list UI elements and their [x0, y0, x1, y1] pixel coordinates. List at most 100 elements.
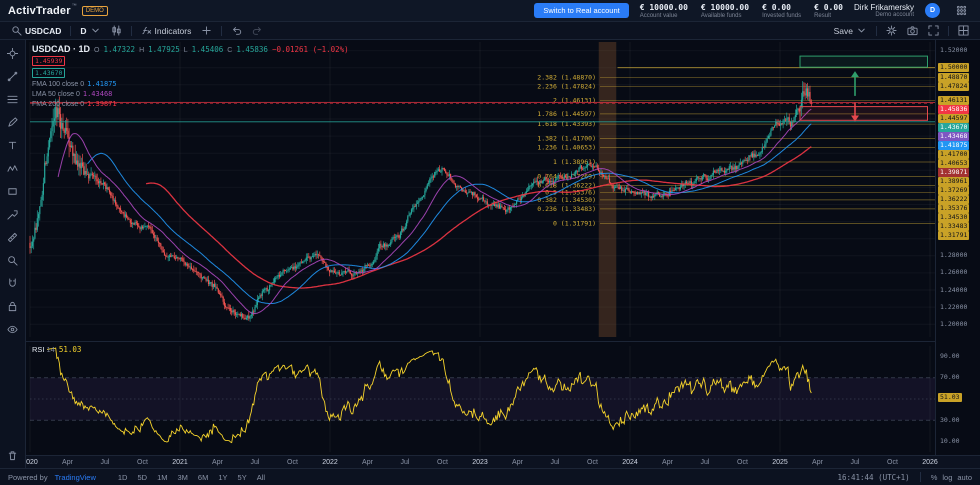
scale-log-button[interactable]: log — [942, 473, 952, 482]
chart-toolbar: USDCAD D Indicators Save — [0, 22, 980, 40]
switch-real-account-button[interactable]: Switch to Real account — [534, 3, 629, 18]
range-all-button[interactable]: All — [253, 472, 269, 483]
crosshair-icon — [7, 47, 18, 59]
price-axis[interactable]: 1.50000 1.48870 1.47824 1.46131 1.45836 1.445… — [935, 40, 980, 455]
time-axis-label: Apr — [362, 459, 373, 466]
undo-button[interactable] — [226, 23, 247, 38]
magnet-icon — [9, 277, 16, 287]
measure-icon — [7, 232, 18, 242]
tool-zoom[interactable] — [5, 252, 21, 268]
price-axis-label: 1.35376 — [938, 204, 970, 214]
scale-percent-button[interactable]: % — [931, 473, 938, 482]
alert-price-tag[interactable]: 1.43670 — [32, 68, 66, 78]
metric-label: Account value — [639, 12, 678, 19]
header-right: Switch to Real account € 10000.00 Account… — [534, 3, 972, 19]
svg-text:1.786 (1.44597): 1.786 (1.44597) — [537, 110, 596, 118]
tool-lock[interactable] — [5, 298, 21, 314]
metric-label: Result — [814, 12, 832, 19]
settings-button[interactable] — [881, 23, 902, 38]
svg-text:0.5 (1.35376): 0.5 (1.35376) — [545, 189, 596, 197]
scale-auto-button[interactable]: auto — [957, 473, 972, 482]
redo-button[interactable] — [247, 23, 268, 38]
clock[interactable]: 16:41:44 (UTC+1) — [837, 473, 909, 482]
account-metric: € 0.00 Invested funds — [762, 3, 801, 19]
svg-text:1.382 (1.41700): 1.382 (1.41700) — [537, 135, 596, 143]
tool-pattern[interactable] — [5, 160, 21, 176]
indicator-row[interactable]: FMA 100 close 0 1.41875 — [32, 80, 349, 88]
price-axis-label: 1.41875 — [938, 141, 970, 151]
price-axis-label: 1.48870 — [938, 72, 970, 82]
price-axis-label: 1.45836 — [938, 105, 970, 115]
user-info[interactable]: Dirk Frikamersky Demo account — [854, 3, 914, 18]
indicators-button[interactable]: Indicators — [136, 23, 197, 38]
compare-button[interactable] — [196, 23, 217, 38]
tool-text[interactable] — [5, 137, 21, 153]
chart-type-button[interactable] — [106, 23, 127, 38]
symbol-legend-row[interactable]: USDCAD · 1D O 1.47322 H 1.47925 L 1.45406 C… — [32, 44, 349, 54]
time-axis-label: Jul — [250, 459, 260, 466]
indicator-label: LMA 50 close 0 — [32, 91, 80, 98]
tool-magnet[interactable] — [5, 275, 21, 291]
time-axis-label: Oct — [737, 459, 748, 466]
range-3m-button[interactable]: 3M — [174, 472, 192, 483]
compare-icon — [202, 26, 211, 35]
metric-value: € 0.00 — [762, 2, 791, 12]
symbol-search[interactable]: USDCAD — [6, 23, 66, 38]
price-axis-tick: 10.00 — [940, 436, 960, 445]
ohlc-h-label: H — [139, 47, 145, 54]
tool-trash[interactable] — [5, 447, 21, 463]
tool-crosshair[interactable] — [5, 45, 21, 61]
fullscreen-button[interactable] — [923, 23, 944, 38]
apps-icon — [956, 5, 967, 16]
tool-trend-line[interactable] — [5, 68, 21, 84]
range-1d-button[interactable]: 1D — [114, 472, 132, 483]
tool-shapes[interactable] — [5, 183, 21, 199]
metric-label: Invested funds — [762, 12, 802, 19]
eye-icon — [7, 325, 18, 333]
rsi-value: 51.03 — [58, 345, 82, 354]
tool-eye[interactable] — [5, 321, 21, 337]
range-5y-button[interactable]: 5Y — [234, 472, 251, 483]
range-6m-button[interactable]: 6M — [194, 472, 212, 483]
range-5d-button[interactable]: 5D — [133, 472, 151, 483]
search-icon — [12, 26, 22, 36]
indicator-row[interactable]: FMA 200 close 0 1.39871 — [32, 100, 349, 108]
layout-grid-icon — [958, 25, 969, 36]
time-axis-label: 2021 — [172, 459, 188, 466]
range-1y-button[interactable]: 1Y — [214, 472, 231, 483]
time-axis[interactable]: 2020 Apr Jul Oct 2021 Apr Jul Oct 2022 Apr Jul Oct 2… — [22, 455, 980, 468]
snapshot-button[interactable] — [902, 23, 923, 38]
user-subtitle: Demo account — [875, 12, 914, 18]
range-1m-button[interactable]: 1M — [153, 472, 171, 483]
fib-retracement-icon — [7, 95, 18, 103]
svg-text:2.382 (1.48870): 2.382 (1.48870) — [537, 73, 596, 81]
price-axis-label: 1.33483 — [938, 222, 970, 232]
alert-price-tag[interactable]: 1.45939 — [32, 56, 66, 66]
tool-fib-retracement[interactable] — [5, 91, 21, 107]
symbol-title: USDCAD · 1D — [32, 44, 91, 54]
interval-select[interactable]: D — [75, 23, 105, 38]
time-axis-label: Apr — [662, 459, 673, 466]
rsi-legend[interactable]: RSI 14 51.03 — [32, 345, 81, 354]
undo-icon — [233, 27, 242, 35]
user-name: Dirk Frikamersky — [854, 3, 914, 12]
indicator-row[interactable]: LMA 50 close 0 1.43468 — [32, 90, 349, 98]
divider — [948, 25, 949, 36]
avatar[interactable]: D — [925, 3, 940, 18]
tool-forecast[interactable] — [5, 206, 21, 222]
metric-value: € 10000.00 — [700, 2, 750, 12]
layout-button[interactable] — [953, 23, 974, 38]
top-header: ActivTrader ™ DEMO Switch to Real accoun… — [0, 0, 980, 22]
ohlc-o-value: 1.47322 — [103, 45, 136, 54]
metric-value: € 0.00 — [814, 2, 843, 12]
brush-icon — [8, 116, 18, 127]
tool-measure[interactable] — [5, 229, 21, 245]
save-button[interactable]: Save — [829, 23, 872, 38]
apps-menu-button[interactable] — [951, 3, 972, 18]
tradingview-link[interactable]: TradingView — [55, 473, 96, 482]
price-axis-label: 1.44597 — [938, 114, 970, 124]
app-logo: ActivTrader — [8, 4, 71, 17]
time-axis-label: 2024 — [622, 459, 638, 466]
tool-brush[interactable] — [5, 114, 21, 130]
indicator-value: 1.43468 — [82, 90, 113, 98]
